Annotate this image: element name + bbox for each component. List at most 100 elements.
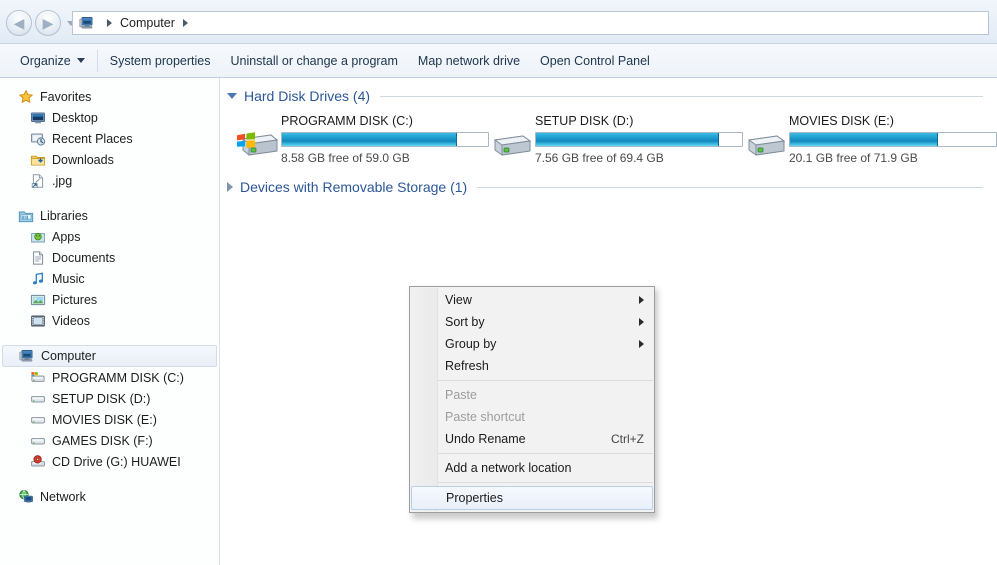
drive-item-d[interactable]: SETUP DISK (D:) 7.56 GB free of 69.4 GB (489, 112, 743, 165)
sidebar-item-music[interactable]: Music (0, 268, 219, 289)
breadcrumb-computer[interactable]: Computer (120, 16, 175, 30)
drive-icon (743, 126, 789, 162)
windows-drive-icon (30, 370, 46, 386)
sidebar-group-favorites[interactable]: Favorites (0, 86, 219, 107)
sidebar-item-label: Desktop (52, 110, 98, 125)
toolbar-divider (96, 49, 98, 72)
sidebar-item-programm-disk-c[interactable]: PROGRAMM DISK (C:) (0, 367, 219, 388)
sidebar-item-videos[interactable]: Videos (0, 310, 219, 331)
drive-name: MOVIES DISK (E:) (789, 114, 894, 128)
uninstall-or-change-program-button[interactable]: Uninstall or change a program (220, 48, 407, 74)
sidebar-item-label: GAMES DISK (F:) (52, 433, 153, 448)
drive-name: SETUP DISK (D:) (535, 114, 634, 128)
menu-item-paste: Paste (410, 384, 654, 406)
menu-item-label: Paste shortcut (445, 410, 525, 424)
videos-library-icon (30, 313, 46, 329)
network-icon (18, 489, 34, 505)
menu-item-view[interactable]: View (410, 289, 654, 311)
open-control-panel-button[interactable]: Open Control Panel (530, 48, 660, 74)
menu-item-refresh[interactable]: Refresh (410, 355, 654, 377)
collapse-triangle-icon[interactable] (227, 93, 237, 99)
map-network-drive-button[interactable]: Map network drive (408, 48, 530, 74)
menu-separator (438, 380, 653, 381)
group-header-removable-storage[interactable]: Devices with Removable Storage (1) (221, 165, 997, 197)
system-properties-button[interactable]: System properties (100, 48, 221, 74)
sidebar-item-computer[interactable]: Computer (2, 345, 217, 367)
capacity-bar (281, 132, 489, 147)
sidebar-item-label: PROGRAMM DISK (C:) (52, 370, 184, 385)
drive-icon (30, 391, 46, 407)
organize-label: Organize (20, 53, 71, 68)
menu-item-label: Group by (445, 337, 497, 351)
breadcrumb-separator-trailing[interactable] (182, 19, 188, 27)
drive-name: PROGRAMM DISK (C:) (281, 114, 413, 128)
group-header-hard-disk-drives[interactable]: Hard Disk Drives (4) (221, 78, 997, 106)
menu-item-label: Sort by (445, 315, 485, 329)
sidebar-item-label: Music (52, 271, 85, 286)
sidebar-item-recent-places[interactable]: Recent Places (0, 128, 219, 149)
sidebar-item-label: Computer (41, 349, 96, 363)
menu-item-group-by[interactable]: Group by (410, 333, 654, 355)
group-title: Devices with Removable Storage (1) (240, 179, 468, 195)
group-rule (477, 186, 983, 188)
sidebar-item-desktop[interactable]: Desktop (0, 107, 219, 128)
sidebar-group-libraries[interactable]: Libraries (0, 205, 219, 226)
menu-item-label: Properties (446, 491, 503, 505)
menu-item-label: View (445, 293, 472, 307)
sidebar-item-label: .jpg (52, 173, 73, 188)
sidebar-item-label: Videos (52, 313, 90, 328)
menu-item-sort-by[interactable]: Sort by (410, 311, 654, 333)
chevron-down-icon (76, 58, 85, 63)
menu-item-label: Refresh (445, 359, 489, 373)
navigation-pane[interactable]: Favorites Desktop Recent Places Download… (0, 78, 220, 565)
forward-button[interactable]: ▶ (35, 10, 61, 36)
recent-places-icon (30, 131, 46, 147)
shortcut-file-icon (30, 173, 46, 189)
capacity-bar (535, 132, 743, 147)
menu-separator (438, 453, 653, 454)
menu-item-undo-rename[interactable]: Undo Rename Ctrl+Z (410, 428, 654, 450)
menu-item-label: Add a network location (445, 461, 572, 475)
submenu-arrow-icon (639, 318, 644, 326)
navigation-buttons: ◀ ▶ (6, 10, 75, 36)
submenu-arrow-icon (639, 340, 644, 348)
sidebar-item-apps[interactable]: Apps (0, 226, 219, 247)
pictures-library-icon (30, 292, 46, 308)
drive-list: PROGRAMM DISK (C:) 8.58 GB free of 59.0 … (221, 106, 997, 165)
drive-item-c[interactable]: PROGRAMM DISK (C:) 8.58 GB free of 59.0 … (235, 112, 489, 165)
sidebar-item-label: MOVIES DISK (E:) (52, 412, 157, 427)
sidebar-item-cd-drive-g[interactable]: CD Drive (G:) HUAWEI (0, 451, 219, 472)
breadcrumb-bar[interactable]: Computer (72, 11, 989, 35)
star-icon (18, 89, 34, 105)
menu-item-label: Paste (445, 388, 477, 402)
breadcrumb-separator-leading (107, 19, 112, 27)
sidebar-group-network[interactable]: Network (0, 486, 219, 507)
sidebar-item-setup-disk-d[interactable]: SETUP DISK (D:) (0, 388, 219, 409)
menu-item-label: Undo Rename (445, 432, 526, 446)
organize-button[interactable]: Organize (10, 48, 95, 74)
desktop-icon (30, 110, 46, 126)
drive-item-e[interactable]: MOVIES DISK (E:) 20.1 GB free of 71.9 GB (743, 112, 997, 165)
menu-item-add-network-location[interactable]: Add a network location (410, 457, 654, 479)
sidebar-group-label: Favorites (40, 89, 92, 104)
back-button[interactable]: ◀ (6, 10, 32, 36)
drive-free-space: 20.1 GB free of 71.9 GB (789, 151, 918, 165)
menu-item-properties[interactable]: Properties (411, 486, 653, 510)
sidebar-item-pictures[interactable]: Pictures (0, 289, 219, 310)
context-menu[interactable]: View Sort by Group by Refresh Paste Past… (409, 286, 655, 513)
sidebar-item-downloads[interactable]: Downloads (0, 149, 219, 170)
sidebar-item-games-disk-f[interactable]: GAMES DISK (F:) (0, 430, 219, 451)
sidebar-item-jpg[interactable]: .jpg (0, 170, 219, 191)
libraries-icon (18, 208, 34, 224)
expand-triangle-icon[interactable] (227, 182, 233, 192)
capacity-bar-fill (536, 133, 720, 146)
group-rule (380, 95, 983, 97)
group-title: Hard Disk Drives (4) (244, 88, 371, 104)
capacity-bar-fill (790, 133, 939, 146)
sidebar-item-movies-disk-e[interactable]: MOVIES DISK (E:) (0, 409, 219, 430)
back-arrow-icon: ◀ (13, 15, 25, 31)
sidebar-item-documents[interactable]: Documents (0, 247, 219, 268)
